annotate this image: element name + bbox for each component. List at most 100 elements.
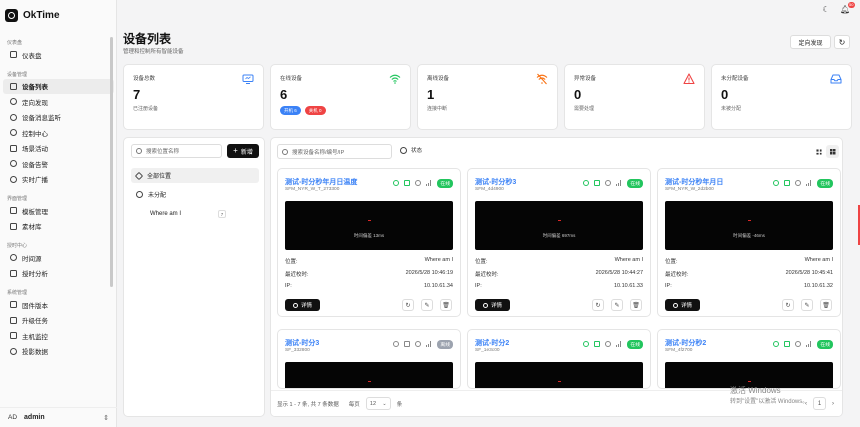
power-icon[interactable] [583, 341, 589, 347]
sidebar-item-timing-analysis[interactable]: 授时分析 [3, 266, 114, 282]
device-name[interactable]: 测试-时分秒3 [475, 177, 516, 187]
sidebar-item-templates[interactable]: 模板管理 [3, 203, 114, 219]
sync-button[interactable]: ↻ [592, 299, 604, 311]
detail-button[interactable]: 详情 [475, 299, 510, 311]
location-value: Where am I [614, 257, 643, 263]
list-view-button[interactable] [812, 145, 825, 158]
location-item-unassigned[interactable]: 未分配 [131, 187, 259, 202]
device-name[interactable]: 测试-时分秒2 [665, 338, 706, 348]
template-icon [10, 207, 17, 215]
sync-button[interactable]: ↻ [782, 299, 794, 311]
device-name[interactable]: 测试-时分2 [475, 338, 509, 348]
user-menu[interactable]: AD admin ⇕ [0, 407, 117, 427]
sidebar-item-discover[interactable]: 定向发现 [3, 94, 114, 110]
grid-view-icon [829, 148, 836, 155]
device-name[interactable]: 测试-时分秒年月日温度 [285, 177, 357, 187]
add-location-button[interactable]: + 新增 [227, 144, 259, 158]
location-search-input[interactable]: 搜索位置名称 [131, 144, 222, 158]
brightness-icon[interactable] [415, 341, 421, 347]
device-search-input[interactable]: 搜索设备名称/编号/IP [277, 144, 392, 159]
refresh-button[interactable]: ↻ [834, 35, 850, 49]
device-id: SFM_4d4900 [475, 187, 504, 192]
upgrade-icon [10, 316, 17, 324]
device-name[interactable]: 测试-时分秒年月日 [665, 177, 723, 187]
delete-button[interactable]: 🗑︎ [440, 299, 452, 311]
brightness-icon[interactable] [605, 180, 611, 186]
sidebar-nav: 仪表盘 仪表盘 设备管理 设备列表 定向发现 设备消息监听 控制中心 场景活动 … [0, 35, 117, 359]
sidebar-item-firmware[interactable]: 固件版本 [3, 297, 114, 313]
sidebar-item-time-source[interactable]: 时间源 [3, 250, 114, 266]
device-card[interactable]: 测试-时分3 SF_332800 离线 [277, 329, 461, 389]
device-name[interactable]: 测试-时分3 [285, 338, 319, 348]
sidebar-scrollbar[interactable] [110, 37, 113, 287]
sidebar-item-alerts[interactable]: 设备告警 [3, 156, 114, 172]
location-search-placeholder: 搜索位置名称 [146, 149, 180, 155]
volume-icon[interactable] [784, 341, 790, 347]
brightness-icon[interactable] [415, 180, 421, 186]
next-page-icon[interactable]: › [832, 401, 834, 407]
volume-icon[interactable] [784, 180, 790, 186]
stat-label: 设备总数 [133, 76, 156, 82]
location-item-where-am-i[interactable]: Where am I 7 [131, 206, 259, 221]
sidebar-item-broadcast[interactable]: 实时广播 [3, 172, 114, 188]
sidebar-item-message-monitor[interactable]: 设备消息监听 [3, 110, 114, 126]
sidebar-item-scene[interactable]: 场景活动 [3, 141, 114, 157]
grid-view-button[interactable] [826, 145, 839, 158]
page-size-select[interactable]: 12 ⌄ [365, 397, 391, 410]
sidebar-item-projection-data[interactable]: 投影数据 [3, 344, 114, 360]
nav-group-title: 授时中心 [7, 243, 28, 249]
device-card[interactable]: 测试-时分秒年月日温度 SFM_NYR_W_T_273300 在线 时间偏差 1… [277, 168, 461, 317]
power-icon[interactable] [393, 180, 399, 186]
power-icon[interactable] [393, 341, 399, 347]
current-page-button[interactable]: 1 [813, 397, 826, 410]
volume-icon[interactable] [404, 180, 410, 186]
sidebar-item-control-center[interactable]: 控制中心 [3, 125, 114, 141]
location-item-all[interactable]: 全部位置 [131, 168, 259, 183]
brand[interactable]: OkTime [0, 0, 116, 30]
discover-button[interactable]: 定向发现 [790, 35, 831, 49]
signal-icon [616, 180, 622, 186]
device-card[interactable]: 测试-时分2 SF_1e3c00 在线 [467, 329, 651, 389]
sidebar-item-label: 固件版本 [22, 302, 48, 310]
device-card[interactable]: 测试-时分秒3 SFM_4d4900 在线 时间偏差 697ms 位置: Wher… [467, 168, 651, 317]
status-badge: 在线 [627, 340, 643, 349]
sidebar-item-device-list[interactable]: 设备列表 [3, 78, 114, 94]
edit-button[interactable]: ✎ [801, 299, 813, 311]
status-filter[interactable]: 状态 [400, 146, 422, 154]
volume-icon[interactable] [594, 180, 600, 186]
power-icon[interactable] [583, 180, 589, 186]
detail-button[interactable]: 详情 [665, 299, 700, 311]
sync-button[interactable]: ↻ [402, 299, 414, 311]
edit-button[interactable]: ✎ [421, 299, 433, 311]
username: admin [24, 414, 45, 421]
brightness-icon[interactable] [795, 180, 801, 186]
device-card[interactable]: 测试-时分秒年月日 SFM_NYR_W_2d2b00 在线 时间偏差 -46ms… [657, 168, 841, 317]
map-pin-icon [136, 191, 143, 198]
sidebar-item-upgrade[interactable]: 升级任务 [3, 313, 114, 329]
delete-button[interactable]: 🗑︎ [820, 299, 832, 311]
power-icon[interactable] [773, 180, 779, 186]
message-icon [10, 113, 17, 121]
signal-icon [806, 341, 812, 347]
detail-button[interactable]: 详情 [285, 299, 320, 311]
brightness-icon[interactable] [795, 341, 801, 347]
control-icon [10, 129, 17, 137]
device-id: SFM_NYR_W_T_273300 [285, 187, 340, 192]
sync-icon: ↻ [785, 302, 791, 309]
windows-activation-watermark: 激活 Windows [730, 386, 781, 395]
delete-button[interactable]: 🗑︎ [630, 299, 642, 311]
stat-value: 6 [280, 87, 288, 102]
power-icon[interactable] [773, 341, 779, 347]
volume-icon[interactable] [404, 341, 410, 347]
brightness-icon[interactable] [605, 341, 611, 347]
stat-desc: 未被分配 [721, 106, 742, 112]
stat-value: 0 [574, 87, 582, 102]
volume-icon[interactable] [594, 341, 600, 347]
sidebar-item-host-monitor[interactable]: 主机监控 [3, 328, 114, 344]
device-card[interactable]: 测试-时分秒2 SFM_4f2700 在线 [657, 329, 841, 389]
sidebar-item-dashboard[interactable]: 仪表盘 [3, 47, 114, 63]
sidebar-item-media[interactable]: 素材库 [3, 219, 114, 235]
nav-group-title: 界面管理 [7, 196, 28, 202]
stat-card-online: 在线设备 6 开机 6 关机 0 [270, 64, 411, 130]
edit-button[interactable]: ✎ [611, 299, 623, 311]
